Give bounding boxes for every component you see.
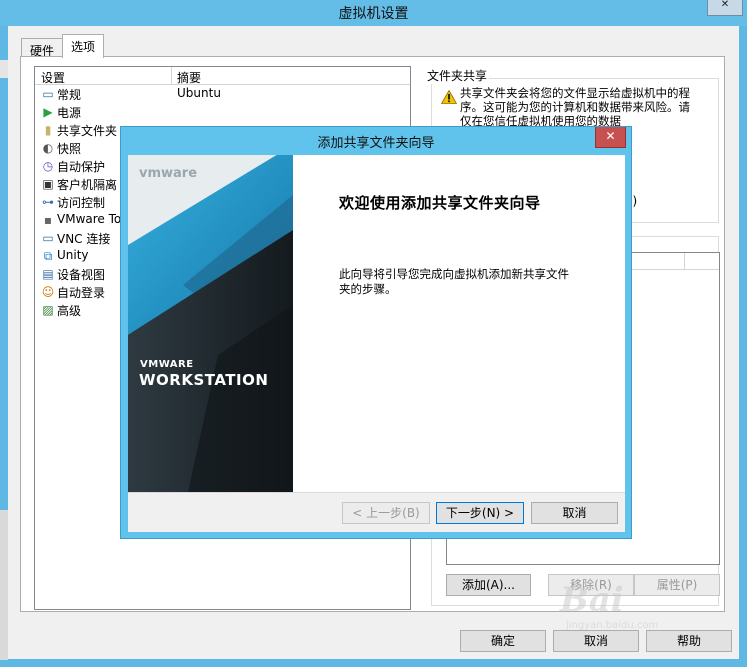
unity-icon: ⧉ (43, 249, 53, 263)
wizard-content: 欢迎使用添加共享文件夹向导 此向导将引导您完成向虚拟机添加新共享文件夹的步骤。 (293, 155, 625, 492)
device-icon: ▤ (42, 267, 54, 281)
settings-row-label: 客户机隔离 (57, 178, 118, 192)
settings-row-label: 自动保护 (57, 160, 106, 174)
settings-row-label: VNC 连接 (57, 232, 111, 246)
vmware-workstation-banner: vmware VMWARE WORKSTATION (128, 155, 293, 492)
watermark-logo: Bai (560, 580, 624, 620)
settings-row-label: 自动登录 (57, 286, 106, 300)
vmware-logo: vmware (139, 166, 198, 181)
folder-icon: ▮ (44, 123, 52, 137)
background-strip (0, 60, 8, 78)
settings-row-label: 常规 (57, 88, 82, 102)
settings-row-label: 电源 (57, 106, 82, 120)
wizard-close-icon[interactable] (595, 127, 626, 148)
play-icon: ▶ (43, 105, 53, 119)
background-strip (0, 510, 8, 660)
column-header-summary[interactable]: 摘要 (177, 69, 201, 86)
settings-row-label: 设备视图 (57, 268, 106, 282)
snapshot-icon: ◐ (42, 141, 54, 155)
screen-icon: ▭ (42, 231, 54, 245)
next-button[interactable]: 下一步(N) > (436, 502, 524, 524)
column-separator[interactable] (171, 67, 172, 85)
baidu-watermark: Bai jingyan.baidu.com (556, 578, 696, 638)
wizard-heading: 欢迎使用添加共享文件夹向导 (339, 194, 541, 212)
main-close-icon[interactable] (707, 0, 743, 16)
wizard-divider (128, 492, 625, 493)
watermark-url: jingyan.baidu.com (566, 620, 659, 631)
settings-row-label: 快照 (57, 142, 82, 156)
wizard-client-area: vmware VMWARE WORKSTATION 欢迎使用添加共享文件夹向导 … (128, 155, 625, 532)
column-separator[interactable] (684, 253, 685, 270)
shared-folders-group-label: 文件夹共享 (425, 67, 490, 84)
main-window-title: 虚拟机设置 (338, 6, 409, 22)
warning-icon (441, 90, 457, 104)
monitor-icon: ▭ (42, 87, 54, 101)
product-name: WORKSTATION (139, 371, 269, 389)
settings-row-0[interactable]: ▭ 常规 Ubuntu (35, 85, 410, 103)
wizard-cancel-button[interactable]: 取消 (531, 502, 618, 524)
sharing-warning-text: 共享文件夹会将您的文件显示给虚拟机中的程序。这可能为您的计算机和数据带来风险。请… (460, 86, 690, 128)
settings-row-label: VMware To (57, 212, 122, 226)
list-header: 设置 摘要 (35, 67, 410, 85)
column-header-setting[interactable]: 设置 (41, 69, 65, 86)
product-brand: VMWARE (140, 359, 194, 370)
chart-icon: ▨ (42, 303, 54, 317)
vm-icon: ▪ (43, 213, 53, 227)
settings-row-label: 高级 (57, 304, 82, 318)
wizard-title: 添加共享文件夹向导 (317, 136, 435, 151)
settings-row-label: 访问控制 (57, 196, 106, 210)
clock-icon: ◷ (42, 159, 54, 173)
settings-row-label: Unity (57, 248, 89, 262)
users-icon: ☺ (41, 285, 55, 299)
tab-options[interactable]: 选项 (62, 34, 105, 58)
settings-row-1[interactable]: ▶ 电源 (35, 103, 410, 121)
settings-row-summary: Ubuntu (177, 86, 221, 100)
lock-icon: ▣ (42, 177, 54, 191)
back-button[interactable]: < 上一步(B) (342, 502, 430, 524)
main-titlebar[interactable]: 虚拟机设置 (0, 0, 747, 26)
banner-graphic (128, 155, 293, 492)
wizard-description: 此向导将引导您完成向虚拟机添加新共享文件夹的步骤。 (339, 267, 569, 296)
tab-hardware[interactable]: 硬件 (21, 38, 64, 58)
link-icon: ⊶ (42, 195, 54, 209)
ok-button[interactable]: 确定 (460, 630, 546, 652)
add-folder-button[interactable]: 添加(A)... (446, 574, 531, 596)
add-shared-folder-wizard: 添加共享文件夹向导 ✕ vmware VMWARE WORKSTATION 欢迎… (120, 126, 632, 539)
settings-row-label: 共享文件夹 (57, 124, 118, 138)
